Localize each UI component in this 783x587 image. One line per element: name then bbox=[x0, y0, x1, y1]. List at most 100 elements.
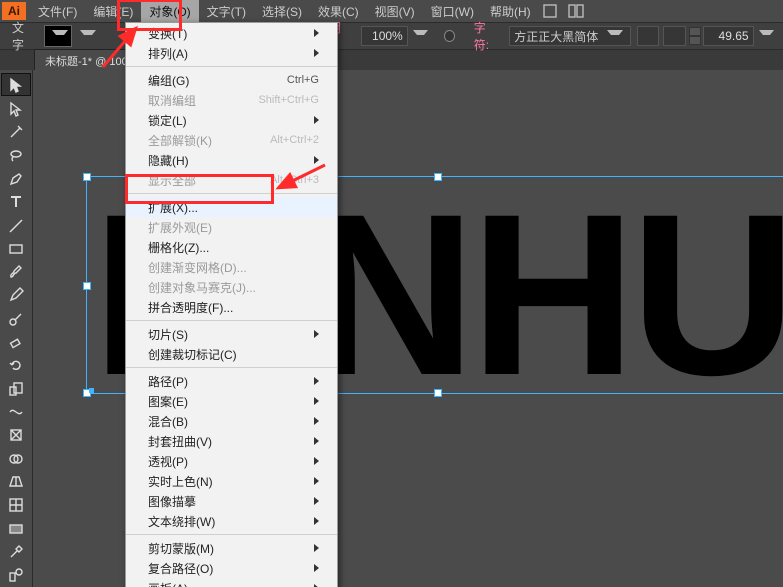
handle-nw[interactable] bbox=[83, 173, 91, 181]
tool-perspective[interactable] bbox=[2, 471, 30, 492]
menu-item-label: 文本绕排(W) bbox=[148, 513, 308, 530]
menu-item-label: 画板(A) bbox=[148, 580, 308, 587]
opacity-input[interactable]: 100% bbox=[361, 26, 408, 46]
tool-mesh[interactable] bbox=[2, 495, 30, 516]
menu-item: 扩展外观(E) bbox=[126, 217, 337, 237]
app-logo: Ai bbox=[2, 2, 26, 20]
font-style-select[interactable] bbox=[637, 26, 659, 46]
submenu-arrow-icon bbox=[314, 330, 319, 338]
menu-item[interactable]: 切片(S) bbox=[126, 324, 337, 344]
tool-blob-brush[interactable] bbox=[2, 308, 30, 329]
font-size-input[interactable]: 49.65 bbox=[703, 26, 754, 46]
handle-s[interactable] bbox=[434, 389, 442, 397]
submenu-arrow-icon bbox=[314, 29, 319, 37]
menu-item-label: 全部解锁(K) bbox=[148, 132, 270, 149]
tool-pen[interactable] bbox=[2, 168, 30, 189]
menu-object[interactable]: 对象(O) bbox=[141, 0, 198, 23]
submenu-arrow-icon bbox=[314, 497, 319, 505]
submenu-arrow-icon bbox=[314, 544, 319, 552]
tool-brush[interactable] bbox=[2, 262, 30, 283]
tool-blend[interactable] bbox=[2, 565, 30, 586]
menu-item-label: 变换(T) bbox=[148, 25, 308, 42]
fill-swatch[interactable] bbox=[44, 25, 72, 47]
handle-w[interactable] bbox=[83, 282, 91, 290]
menu-item-label: 创建对象马赛克(J)... bbox=[148, 279, 319, 296]
menu-item[interactable]: 复合路径(O) bbox=[126, 558, 337, 578]
tool-gradient[interactable] bbox=[2, 518, 30, 539]
menu-item-label: 路径(P) bbox=[148, 373, 308, 390]
menu-separator bbox=[126, 66, 337, 67]
menu-item[interactable]: 排列(A) bbox=[126, 43, 337, 63]
menu-item[interactable]: 变换(T) bbox=[126, 23, 337, 43]
menu-item[interactable]: 混合(B) bbox=[126, 411, 337, 431]
menu-item[interactable]: 文本绕排(W) bbox=[126, 511, 337, 531]
submenu-arrow-icon bbox=[314, 437, 319, 445]
menu-separator bbox=[126, 534, 337, 535]
tool-rectangle[interactable] bbox=[2, 238, 30, 259]
submenu-arrow-icon bbox=[314, 457, 319, 465]
arrange-docs-icon[interactable] bbox=[568, 3, 588, 19]
tool-line[interactable] bbox=[2, 215, 30, 236]
tool-magic-wand[interactable] bbox=[2, 122, 30, 143]
menu-type[interactable]: 文字(T) bbox=[199, 0, 254, 23]
menu-item-label: 排列(A) bbox=[148, 45, 308, 62]
tool-mode-label: 文字 bbox=[12, 19, 34, 53]
submenu-arrow-icon bbox=[314, 377, 319, 385]
text-anchor[interactable] bbox=[89, 388, 94, 393]
tool-scale[interactable] bbox=[2, 378, 30, 399]
font-family-value: 方正正大黑简体 bbox=[514, 28, 598, 45]
submenu-arrow-icon bbox=[314, 49, 319, 57]
toolbox bbox=[0, 70, 33, 587]
tool-free-transform[interactable] bbox=[2, 425, 30, 446]
menu-item: 创建对象马赛克(J)... bbox=[126, 277, 337, 297]
menu-view[interactable]: 视图(V) bbox=[367, 0, 423, 23]
menu-select[interactable]: 选择(S) bbox=[254, 0, 310, 23]
doc-setup-icon[interactable] bbox=[542, 3, 562, 19]
font-family-select[interactable]: 方正正大黑简体 bbox=[509, 26, 631, 46]
tool-shape-builder[interactable] bbox=[2, 448, 30, 469]
tool-width[interactable] bbox=[2, 401, 30, 422]
menu-item-label: 图像描摹 bbox=[148, 493, 308, 510]
menu-item[interactable]: 封套扭曲(V) bbox=[126, 431, 337, 451]
tool-pencil[interactable] bbox=[2, 285, 30, 306]
tool-direct-selection[interactable] bbox=[2, 98, 30, 119]
tool-rotate[interactable] bbox=[2, 355, 30, 376]
menu-item: 创建渐变网格(D)... bbox=[126, 257, 337, 277]
tool-type[interactable] bbox=[2, 192, 30, 213]
menu-item[interactable]: 剪切蒙版(M) bbox=[126, 538, 337, 558]
menu-item[interactable]: 编组(G)Ctrl+G bbox=[126, 70, 337, 90]
recolor-icon[interactable] bbox=[444, 30, 455, 42]
menu-separator bbox=[126, 367, 337, 368]
menu-item[interactable]: 实时上色(N) bbox=[126, 471, 337, 491]
menu-edit[interactable]: 编辑(E) bbox=[85, 0, 141, 23]
menu-item[interactable]: 透视(P) bbox=[126, 451, 337, 471]
submenu-arrow-icon bbox=[314, 397, 319, 405]
handle-n[interactable] bbox=[434, 173, 442, 181]
menu-item[interactable]: 锁定(L) bbox=[126, 110, 337, 130]
menu-item-label: 显示全部 bbox=[148, 172, 270, 189]
submenu-arrow-icon bbox=[314, 517, 319, 525]
menu-item[interactable]: 画板(A) bbox=[126, 578, 337, 587]
tool-selection[interactable] bbox=[1, 73, 31, 96]
menu-item: 全部解锁(K)Alt+Ctrl+2 bbox=[126, 130, 337, 150]
tool-eyedropper[interactable] bbox=[2, 541, 30, 562]
opacity-dd-icon[interactable] bbox=[413, 30, 428, 43]
menu-item-label: 创建裁切标记(C) bbox=[148, 346, 319, 363]
font-size-dd-icon[interactable] bbox=[759, 30, 774, 43]
menu-item-label: 锁定(L) bbox=[148, 112, 308, 129]
menu-item[interactable]: 图案(E) bbox=[126, 391, 337, 411]
font-size-stepper[interactable] bbox=[689, 27, 701, 45]
object-menu-dropdown: 变换(T)排列(A)编组(G)Ctrl+G取消编组Shift+Ctrl+G锁定(… bbox=[125, 22, 338, 587]
menu-file[interactable]: 文件(F) bbox=[30, 0, 85, 23]
menu-item[interactable]: 路径(P) bbox=[126, 371, 337, 391]
submenu-arrow-icon bbox=[314, 116, 319, 124]
chevron-down-icon bbox=[607, 30, 623, 43]
menu-item[interactable]: 栅格化(Z)... bbox=[126, 237, 337, 257]
stroke-menu-icon[interactable] bbox=[80, 30, 95, 43]
menu-item[interactable]: 图像描摹 bbox=[126, 491, 337, 511]
menu-item[interactable]: 拼合透明度(F)... bbox=[126, 297, 337, 317]
tool-eraser[interactable] bbox=[2, 331, 30, 352]
menu-item[interactable]: 创建裁切标记(C) bbox=[126, 344, 337, 364]
menu-bar: Ai 文件(F) 编辑(E) 对象(O) 文字(T) 选择(S) 效果(C) 视… bbox=[0, 0, 783, 22]
tool-lasso[interactable] bbox=[2, 145, 30, 166]
